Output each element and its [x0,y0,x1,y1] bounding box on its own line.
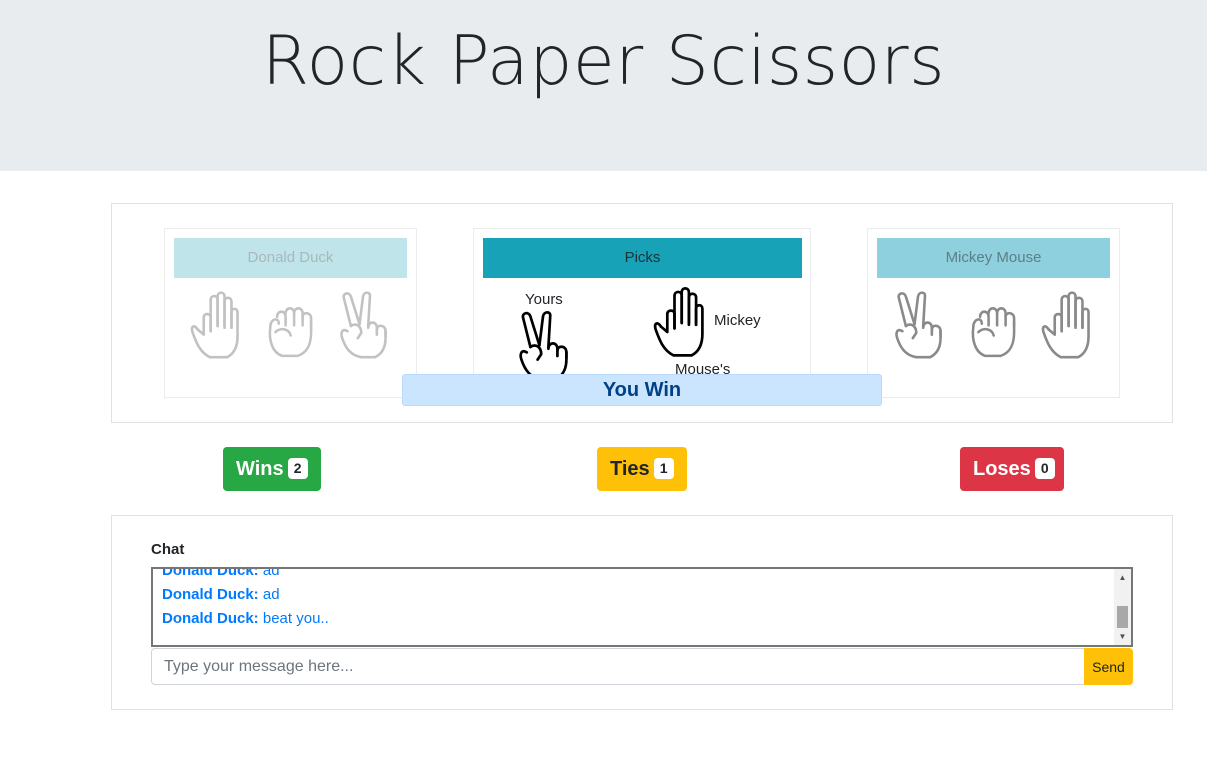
chat-author: Donald Duck: [162,586,259,603]
header-banner: Rock Paper Scissors [0,0,1207,171]
paper-icon[interactable] [189,291,241,361]
player2-card: Mickey Mouse [867,228,1120,398]
scissors-icon[interactable] [337,291,389,361]
wins-counter: Wins 2 [223,447,321,491]
player2-name: Mickey Mouse [877,238,1110,278]
chat-text: ad [262,567,280,579]
paper-icon [652,287,706,359]
your-pick-label: Yours [525,291,563,308]
chat-title: Chat [151,541,185,558]
rock-icon [966,293,1018,361]
send-button[interactable]: Send [1084,648,1133,685]
scroll-down-icon[interactable]: ▼ [1114,628,1131,645]
player1-card: Donald Duck [164,228,417,398]
chat-message: Donald Duck: ad [162,586,280,603]
chat-message: Donald Duck: ad [162,567,280,579]
ties-label: Ties [610,458,650,480]
scissors-icon [516,311,570,375]
chat-text: beat you.. [262,610,329,627]
scroll-up-icon[interactable]: ▲ [1114,569,1131,586]
chat-message-input[interactable] [151,648,1085,685]
loses-counter: Loses 0 [960,447,1064,491]
chat-log[interactable]: Donald Duck: ad Donald Duck: ad Donald D… [151,567,1133,647]
loses-badge: 0 [1034,458,1055,479]
result-banner: You Win [402,374,882,406]
chat-author: Donald Duck: [162,610,259,627]
chat-scrollbar[interactable]: ▲ ▼ [1114,569,1131,645]
picks-card: Picks Yours Mickey Mouse's [473,228,811,375]
scroll-thumb[interactable] [1117,606,1128,628]
opponent-pick-label: Mickey [714,312,761,329]
wins-badge: 2 [287,458,308,479]
ties-counter: Ties 1 [597,447,687,491]
page-title: Rock Paper Scissors [261,22,946,101]
opponent-pick-label-2: Mouse's [675,361,731,375]
chat-message: Donald Duck: beat you.. [162,610,329,627]
ties-badge: 1 [653,458,674,479]
picks-header: Picks [483,238,802,278]
rock-icon[interactable] [263,293,315,361]
chat-text: ad [262,586,280,603]
player1-name: Donald Duck [174,238,407,278]
paper-icon [1040,291,1092,361]
chat-author: Donald Duck: [162,567,259,579]
wins-label: Wins [236,458,284,480]
loses-label: Loses [973,458,1031,480]
scissors-icon [892,291,944,361]
